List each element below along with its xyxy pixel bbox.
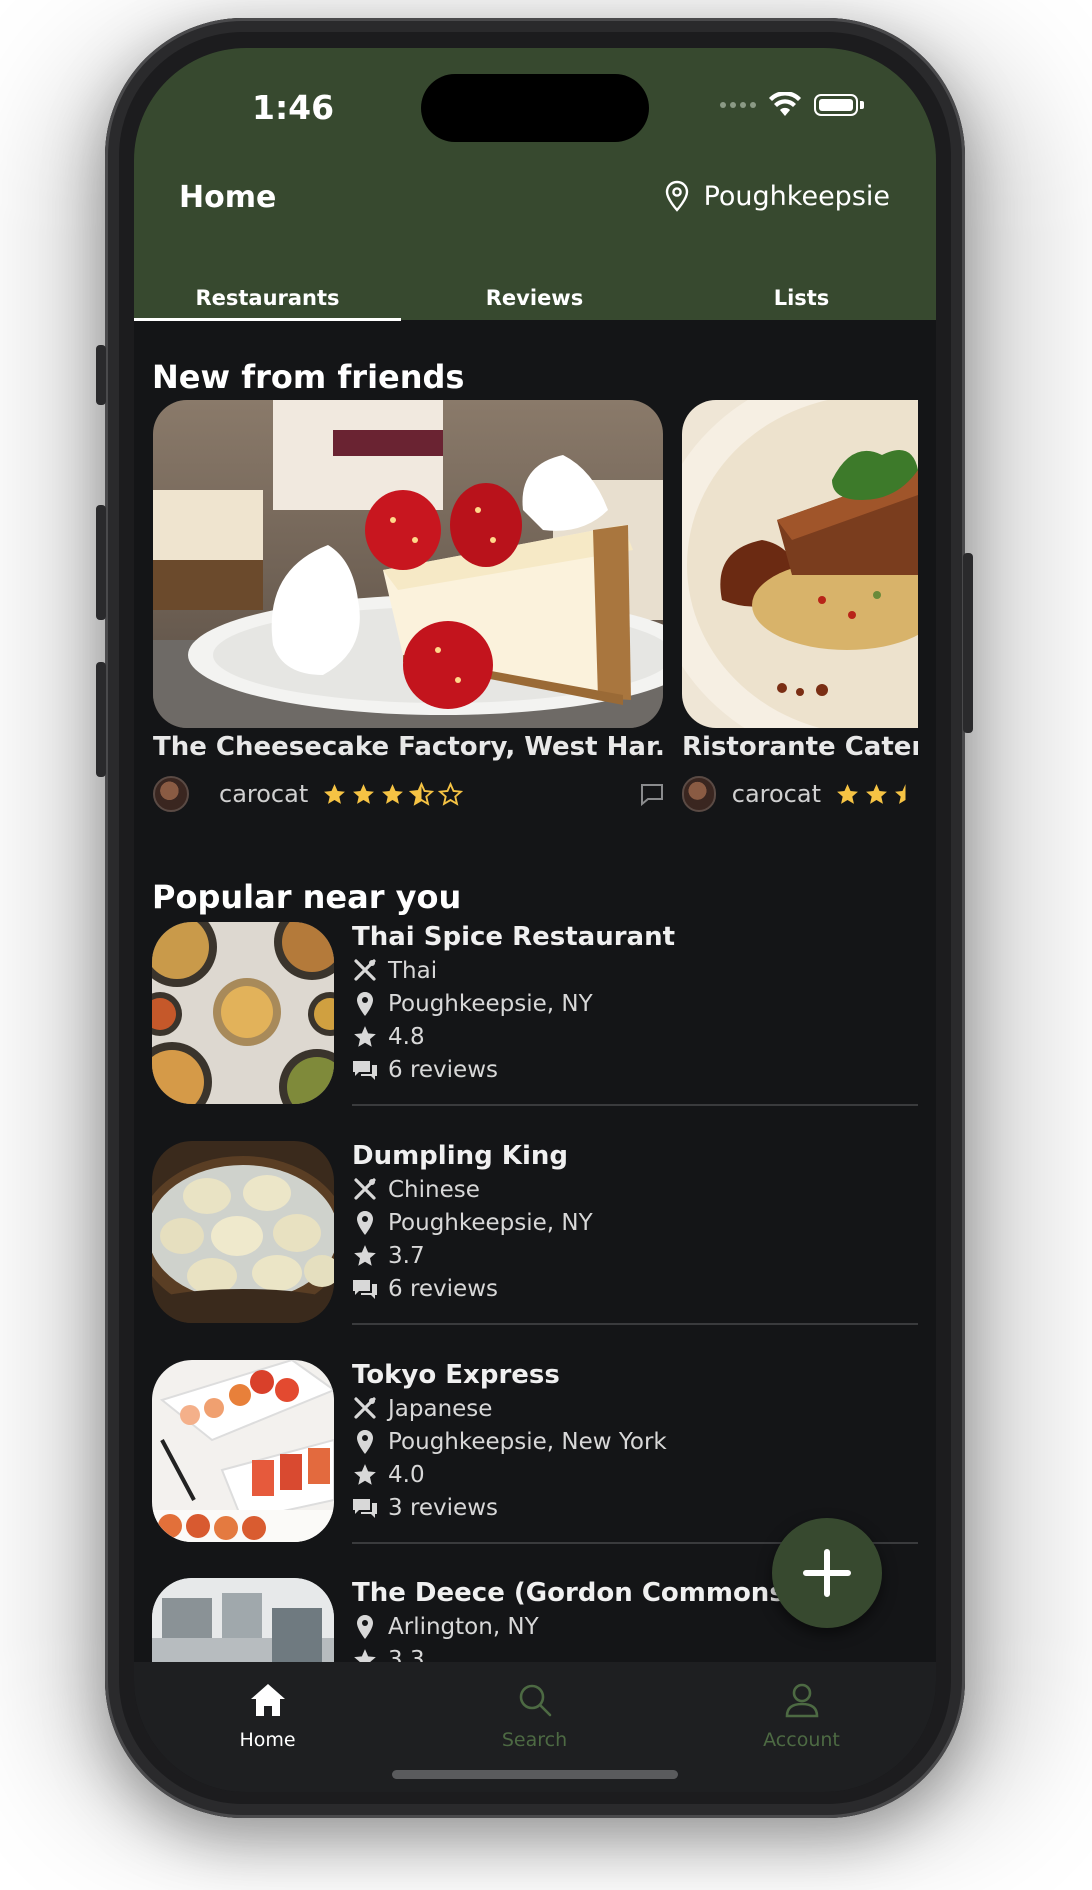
restaurant-location: Arlington, NY <box>388 1613 539 1640</box>
location-label: Poughkeepsie <box>703 180 890 212</box>
star-icon <box>354 1025 376 1047</box>
app-header: 1:46 Home Poughkeepsie Restaurants Revie… <box>134 48 936 321</box>
location-pin-icon <box>357 1429 373 1454</box>
nav-home[interactable]: Home <box>134 1682 401 1751</box>
star-rating <box>322 781 464 807</box>
star-filled-icon <box>382 783 404 804</box>
wifi-icon <box>769 92 801 116</box>
sushi-photo <box>152 1360 334 1542</box>
nav-home-label: Home <box>239 1729 296 1751</box>
star-filled-icon <box>324 783 346 804</box>
active-tab-indicator <box>134 318 401 321</box>
friend-card-title: The Cheesecake Factory, West Har... <box>153 732 663 762</box>
restaurant-cuisine: Chinese <box>388 1176 480 1203</box>
restaurant-review-count: 6 reviews <box>388 1056 498 1083</box>
star-empty-icon <box>438 781 464 806</box>
utensils-icon <box>354 1177 376 1200</box>
reviews-icon <box>353 1498 377 1518</box>
nav-search[interactable]: Search <box>401 1682 668 1751</box>
star-filled-icon <box>353 783 375 804</box>
page-title: Home <box>179 180 277 215</box>
section-title-popular-near-you: Popular near you <box>152 878 462 916</box>
friend-card-meta: carocat <box>153 776 665 812</box>
star-icon <box>354 1244 376 1266</box>
power-button <box>963 553 973 733</box>
list-divider <box>352 1104 918 1106</box>
nav-account[interactable]: Account <box>668 1682 935 1751</box>
star-icon <box>354 1463 376 1485</box>
reviewer-username: carocat <box>731 780 821 808</box>
friend-review-card[interactable]: The Cheesecake Factory, West Har... caro… <box>153 400 665 812</box>
location-pin-icon <box>357 1614 373 1639</box>
volume-down-button <box>96 662 106 777</box>
restaurant-location: Poughkeepsie, New York <box>388 1428 667 1455</box>
restaurant-cuisine: Japanese <box>388 1395 493 1422</box>
restaurant-review-count: 3 reviews <box>388 1494 498 1521</box>
restaurant-list-item[interactable]: Dumpling King Chinese Poughkeepsie, NY 3… <box>152 1141 918 1325</box>
utensils-icon <box>354 1396 376 1419</box>
friend-card-title: Ristorante Cateri <box>682 732 918 762</box>
restaurant-info: Tokyo Express Japanese Poughkeepsie, New… <box>352 1360 918 1524</box>
home-icon <box>250 1684 285 1716</box>
star-half-icon <box>409 781 435 806</box>
utensils-icon <box>354 958 376 981</box>
status-time: 1:46 <box>252 88 335 127</box>
home-indicator[interactable] <box>392 1770 678 1779</box>
nav-account-label: Account <box>763 1729 840 1751</box>
restaurant-name: Tokyo Express <box>352 1360 560 1390</box>
volume-up-button <box>96 505 106 620</box>
status-icons <box>720 92 864 118</box>
dynamic-island <box>421 74 649 142</box>
restaurant-name: Dumpling King <box>352 1141 568 1171</box>
app-screen: 1:46 Home Poughkeepsie Restaurants Revie… <box>134 48 936 1792</box>
tab-restaurants[interactable]: Restaurants <box>134 286 401 310</box>
cellular-signal-icon <box>720 102 756 108</box>
star-half-icon <box>895 783 906 804</box>
restaurant-location: Poughkeepsie, NY <box>388 1209 593 1236</box>
restaurant-rating: 4.0 <box>388 1461 425 1488</box>
list-divider <box>352 1323 918 1325</box>
salmon-dish-photo <box>682 400 918 728</box>
location-selector[interactable]: Poughkeepsie <box>664 180 890 212</box>
tab-reviews[interactable]: Reviews <box>401 286 668 310</box>
thai-food-photo <box>152 922 334 1104</box>
cheesecake-photo <box>153 400 663 728</box>
restaurant-list-item[interactable]: Thai Spice Restaurant Thai Poughkeepsie,… <box>152 922 918 1106</box>
dumplings-photo <box>152 1141 334 1323</box>
restaurant-list-item[interactable]: Tokyo Express Japanese Poughkeepsie, New… <box>152 1360 918 1544</box>
restaurant-info: Thai Spice Restaurant Thai Poughkeepsie,… <box>352 922 918 1086</box>
restaurant-info: Dumpling King Chinese Poughkeepsie, NY 3… <box>352 1141 918 1305</box>
reviewer-username: carocat <box>219 780 309 808</box>
star-filled-icon <box>837 783 858 804</box>
avatar <box>682 776 716 812</box>
restaurant-review-count: 6 reviews <box>388 1275 498 1302</box>
restaurant-name: Thai Spice Restaurant <box>352 922 676 952</box>
nav-search-label: Search <box>501 1729 568 1751</box>
tab-bar: Restaurants Reviews Lists <box>134 286 936 320</box>
restaurant-location: Poughkeepsie, NY <box>388 990 593 1017</box>
star-rating <box>835 782 918 807</box>
add-review-button[interactable] <box>772 1518 882 1628</box>
friend-review-card[interactable]: Ristorante Cateri carocat <box>682 400 918 812</box>
location-pin-icon <box>357 991 373 1016</box>
friend-card-meta: carocat <box>682 776 918 812</box>
plus-icon <box>803 1549 851 1597</box>
restaurant-rating: 4.8 <box>388 1023 425 1050</box>
reviews-icon <box>353 1060 377 1080</box>
search-icon <box>519 1684 551 1717</box>
silent-switch <box>96 345 106 405</box>
battery-icon <box>814 94 864 116</box>
location-pin-icon <box>665 180 688 212</box>
tab-lists[interactable]: Lists <box>668 286 935 310</box>
reviews-icon <box>353 1279 377 1299</box>
restaurant-cuisine: Thai <box>388 957 438 984</box>
comment-icon[interactable] <box>639 782 665 806</box>
section-title-new-from-friends: New from friends <box>152 358 465 396</box>
location-pin-icon <box>357 1210 373 1235</box>
star-filled-icon <box>866 783 887 804</box>
avatar <box>153 776 189 812</box>
account-icon <box>785 1683 818 1718</box>
restaurant-rating: 3.7 <box>388 1242 425 1269</box>
